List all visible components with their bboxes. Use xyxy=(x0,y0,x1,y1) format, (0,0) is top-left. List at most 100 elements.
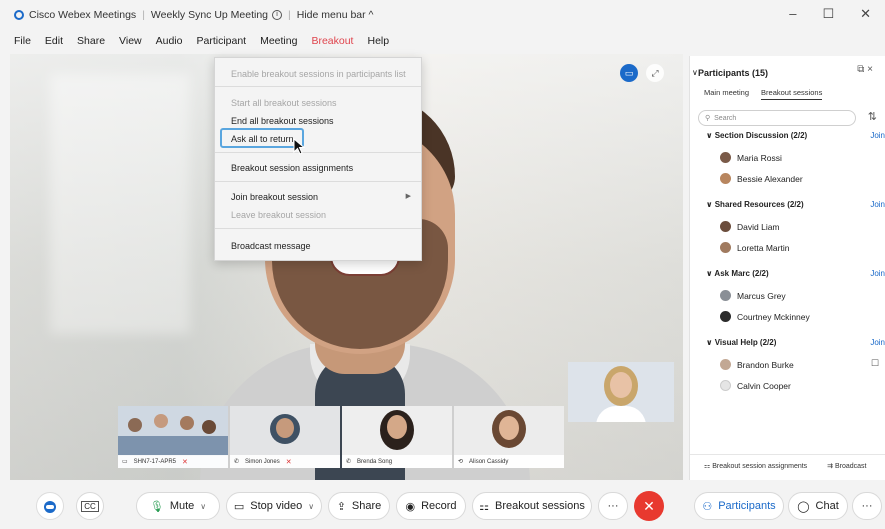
video-thumbnails: ▭ SHN7-17-APR5 ✕ ✆ Simon Jones ✕ ✆ Brend… xyxy=(118,406,564,468)
thumbnail-name: SHN7-17-APR5 xyxy=(133,458,177,465)
more-panels-button[interactable]: ··· xyxy=(852,492,882,520)
thumbnail-tile[interactable]: ✆ Simon Jones ✕ xyxy=(230,406,340,468)
join-link[interactable]: Join xyxy=(870,338,885,347)
join-link[interactable]: Join xyxy=(870,131,885,140)
info-icon[interactable]: i xyxy=(272,10,283,20)
phone-icon: ✆ xyxy=(346,459,352,465)
share-button[interactable]: ⇪ Share xyxy=(328,492,390,520)
cc-icon: CC xyxy=(81,500,99,512)
participant-row[interactable]: Calvin Cooper xyxy=(720,380,791,391)
menu-participant[interactable]: Participant xyxy=(196,35,246,47)
avatar xyxy=(720,311,731,322)
raise-hand-icon: ☐ xyxy=(870,358,879,368)
thumbnail-name: Alison Cassidy xyxy=(469,458,509,465)
participant-row[interactable]: Bessie Alexander xyxy=(720,173,803,184)
search-icon: ⚲ xyxy=(705,115,711,122)
room-device-icon: ▭ xyxy=(122,459,128,465)
join-breakout-item[interactable]: Join breakout session xyxy=(231,192,318,202)
more-options-button[interactable]: ··· xyxy=(598,492,628,520)
menu-bar: File Edit Share View Audio Participant M… xyxy=(0,30,885,52)
join-link[interactable]: Join xyxy=(870,200,885,209)
sort-icon[interactable]: ⇅ xyxy=(868,110,877,123)
search-placeholder: Search xyxy=(714,114,737,122)
chevron-down-icon[interactable]: ∨ xyxy=(200,502,206,511)
breakout-menu: Enable breakout sessions in participants… xyxy=(214,57,422,261)
participant-row[interactable]: Loretta Martin xyxy=(720,242,789,253)
participants-icon: ⚇ xyxy=(702,500,713,513)
avatar xyxy=(720,221,731,232)
thumbnail-tile[interactable]: ▭ SHN7-17-APR5 ✕ xyxy=(118,406,228,468)
sync-icon: ⟲ xyxy=(458,459,464,465)
participant-row[interactable]: Courtney Mckinney xyxy=(720,311,810,322)
group-header[interactable]: ∨ Section Discussion (2/2) xyxy=(706,131,807,140)
avatar xyxy=(720,290,731,301)
stop-video-button[interactable]: ▭ Stop video ∨ xyxy=(226,492,322,520)
join-link[interactable]: Join xyxy=(870,269,885,278)
start-all-item[interactable]: Start all breakout sessions xyxy=(231,98,337,108)
share-icon: ⇪ xyxy=(336,500,346,513)
webex-logo-icon xyxy=(14,10,24,20)
menu-help[interactable]: Help xyxy=(367,35,389,47)
mute-button[interactable]: 🎙 Mute ∨ xyxy=(136,492,220,520)
leave-breakout-item[interactable]: Leave breakout session xyxy=(231,210,326,220)
collapse-chevron-icon[interactable]: ∨ xyxy=(692,68,698,77)
participant-row[interactable]: Marcus Grey xyxy=(720,290,786,301)
participant-row[interactable]: Maria Rossi xyxy=(720,152,782,163)
fullscreen-icon[interactable]: ⤢ xyxy=(646,64,664,82)
menu-meeting[interactable]: Meeting xyxy=(260,35,297,47)
menu-audio[interactable]: Audio xyxy=(156,35,183,47)
participants-title: Participants (15) xyxy=(698,68,769,78)
menu-file[interactable]: File xyxy=(14,35,31,47)
assistant-icon[interactable] xyxy=(36,492,64,520)
app-name: Cisco Webex Meetings xyxy=(29,9,137,21)
window-controls: – ☐ ✕ xyxy=(789,6,871,22)
enable-breakout-item[interactable]: Enable breakout sessions in participants… xyxy=(231,69,406,79)
menu-edit[interactable]: Edit xyxy=(45,35,63,47)
avatar xyxy=(720,173,731,184)
close-window-button[interactable]: ✕ xyxy=(860,6,871,22)
participants-button[interactable]: ⚇ Participants xyxy=(694,492,784,520)
thumbnail-tile[interactable]: ✆ Brenda Song xyxy=(342,406,452,468)
phone-icon: ✆ xyxy=(234,459,240,465)
assignments-item[interactable]: Breakout session assignments xyxy=(231,163,353,173)
search-input[interactable]: ⚲ Search xyxy=(698,110,856,126)
hide-menu-bar-button[interactable]: Hide menu bar ^ xyxy=(297,9,374,21)
tab-main-meeting[interactable]: Main meeting xyxy=(704,88,749,100)
closed-captions-button[interactable]: CC xyxy=(76,492,104,520)
layout-icon[interactable]: ▭ xyxy=(620,64,638,82)
muted-mic-icon: ✕ xyxy=(182,458,188,466)
record-button[interactable]: ◉ Record xyxy=(396,492,466,520)
thumbnail-name: Brenda Song xyxy=(357,458,393,465)
minimize-button[interactable]: – xyxy=(789,6,796,22)
chevron-down-icon[interactable]: ∨ xyxy=(308,502,314,511)
participant-row[interactable]: David Liam xyxy=(720,221,780,232)
end-all-item[interactable]: End all breakout sessions xyxy=(231,116,334,126)
breakout-assignments-button[interactable]: ⚏ Breakout session assignments xyxy=(704,462,807,470)
broadcast-button[interactable]: ⇉ Broadcast xyxy=(827,462,866,470)
maximize-button[interactable]: ☐ xyxy=(822,6,834,22)
submenu-arrow-icon: ▶ xyxy=(405,193,411,200)
microphone-icon: 🎙 xyxy=(149,500,164,513)
self-view[interactable] xyxy=(568,362,674,422)
menu-view[interactable]: View xyxy=(119,35,142,47)
ask-all-return-item[interactable]: Ask all to return xyxy=(231,134,294,144)
menu-share[interactable]: Share xyxy=(77,35,105,47)
chat-button[interactable]: ◯ Chat xyxy=(788,492,848,520)
close-icon: ✕ xyxy=(643,497,655,514)
popout-icon[interactable]: ⧉ × xyxy=(857,64,873,75)
participant-row[interactable]: Brandon Burke xyxy=(720,359,794,370)
avatar xyxy=(720,242,731,253)
meeting-name: Weekly Sync Up Meeting xyxy=(150,9,269,21)
breakout-icon: ⚏ xyxy=(479,500,489,513)
avatar xyxy=(720,380,731,391)
breakout-sessions-button[interactable]: ⚏ Breakout sessions xyxy=(472,492,592,520)
avatar xyxy=(720,359,731,370)
end-meeting-button[interactable]: ✕ xyxy=(634,491,664,521)
group-header[interactable]: ∨ Visual Help (2/2) xyxy=(706,338,776,347)
group-header[interactable]: ∨ Ask Marc (2/2) xyxy=(706,269,769,278)
thumbnail-tile[interactable]: ⟲ Alison Cassidy xyxy=(454,406,564,468)
group-header[interactable]: ∨ Shared Resources (2/2) xyxy=(706,200,804,209)
broadcast-message-item[interactable]: Broadcast message xyxy=(231,241,311,251)
menu-breakout[interactable]: Breakout xyxy=(311,35,353,47)
tab-breakout-sessions[interactable]: Breakout sessions xyxy=(761,88,823,100)
